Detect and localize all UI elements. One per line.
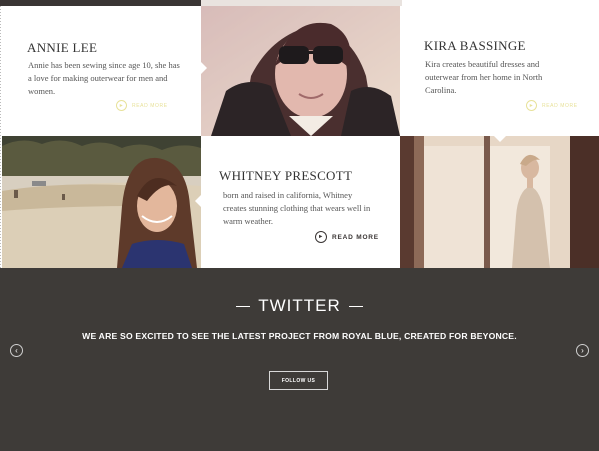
portrait-window-image bbox=[400, 136, 599, 268]
chevron-left-icon: ‹ bbox=[15, 345, 18, 355]
photo-beach-woman bbox=[2, 136, 201, 268]
play-icon: ▸ bbox=[116, 100, 127, 111]
carousel-next-button[interactable]: › bbox=[576, 344, 589, 357]
profile-name-annie: ANNIE LEE bbox=[27, 40, 98, 55]
tweet-text: WE ARE SO EXCITED TO SEE THE LATEST PROJ… bbox=[82, 331, 517, 341]
read-more-label: READ MORE bbox=[132, 102, 168, 109]
heading-rule-right bbox=[348, 305, 363, 307]
read-more-kira[interactable]: ▸ READ MORE bbox=[526, 100, 578, 111]
play-icon: ▸ bbox=[315, 231, 327, 243]
card-pointer bbox=[201, 62, 207, 74]
photo-window-woman bbox=[400, 136, 599, 268]
read-more-annie[interactable]: ▸ READ MORE bbox=[116, 100, 168, 111]
profile-bio-kira: Kira creates beautiful dresses and outer… bbox=[425, 59, 543, 95]
profile-card-whitney: WHITNEY PRESCOTT born and raised in cali… bbox=[201, 136, 400, 268]
play-icon: ▸ bbox=[526, 100, 537, 111]
heading-rule-left bbox=[236, 305, 251, 307]
read-more-label: READ MORE bbox=[332, 233, 379, 241]
card-pointer bbox=[195, 195, 201, 207]
profile-bio-annie: Annie has been sewing since age 10, she … bbox=[28, 60, 180, 96]
twitter-title: TWITTER bbox=[258, 296, 341, 315]
portrait-sunglasses-image bbox=[201, 6, 400, 136]
profile-name-kira: KIRA BASSINGE bbox=[424, 38, 526, 53]
profile-card-kira: KIRA BASSINGE Kira creates beautiful dre… bbox=[400, 6, 599, 136]
read-more-label: READ MORE bbox=[542, 102, 578, 109]
portrait-beach-image bbox=[2, 136, 201, 268]
photo-annie-sunglasses bbox=[201, 6, 400, 136]
profile-name-whitney: WHITNEY PRESCOTT bbox=[219, 168, 353, 183]
card-pointer bbox=[494, 136, 506, 142]
carousel-prev-button[interactable]: ‹ bbox=[10, 344, 23, 357]
chevron-right-icon: › bbox=[581, 345, 584, 355]
profile-card-annie: ANNIE LEE Annie has been sewing since ag… bbox=[2, 6, 201, 136]
profile-bio-whitney: born and raised in california, Whitney c… bbox=[223, 190, 371, 226]
read-more-whitney[interactable]: ▸ READ MORE bbox=[315, 231, 379, 243]
twitter-heading: TWITTER bbox=[0, 296, 599, 316]
follow-us-button[interactable]: FOLLOW US bbox=[269, 371, 328, 390]
